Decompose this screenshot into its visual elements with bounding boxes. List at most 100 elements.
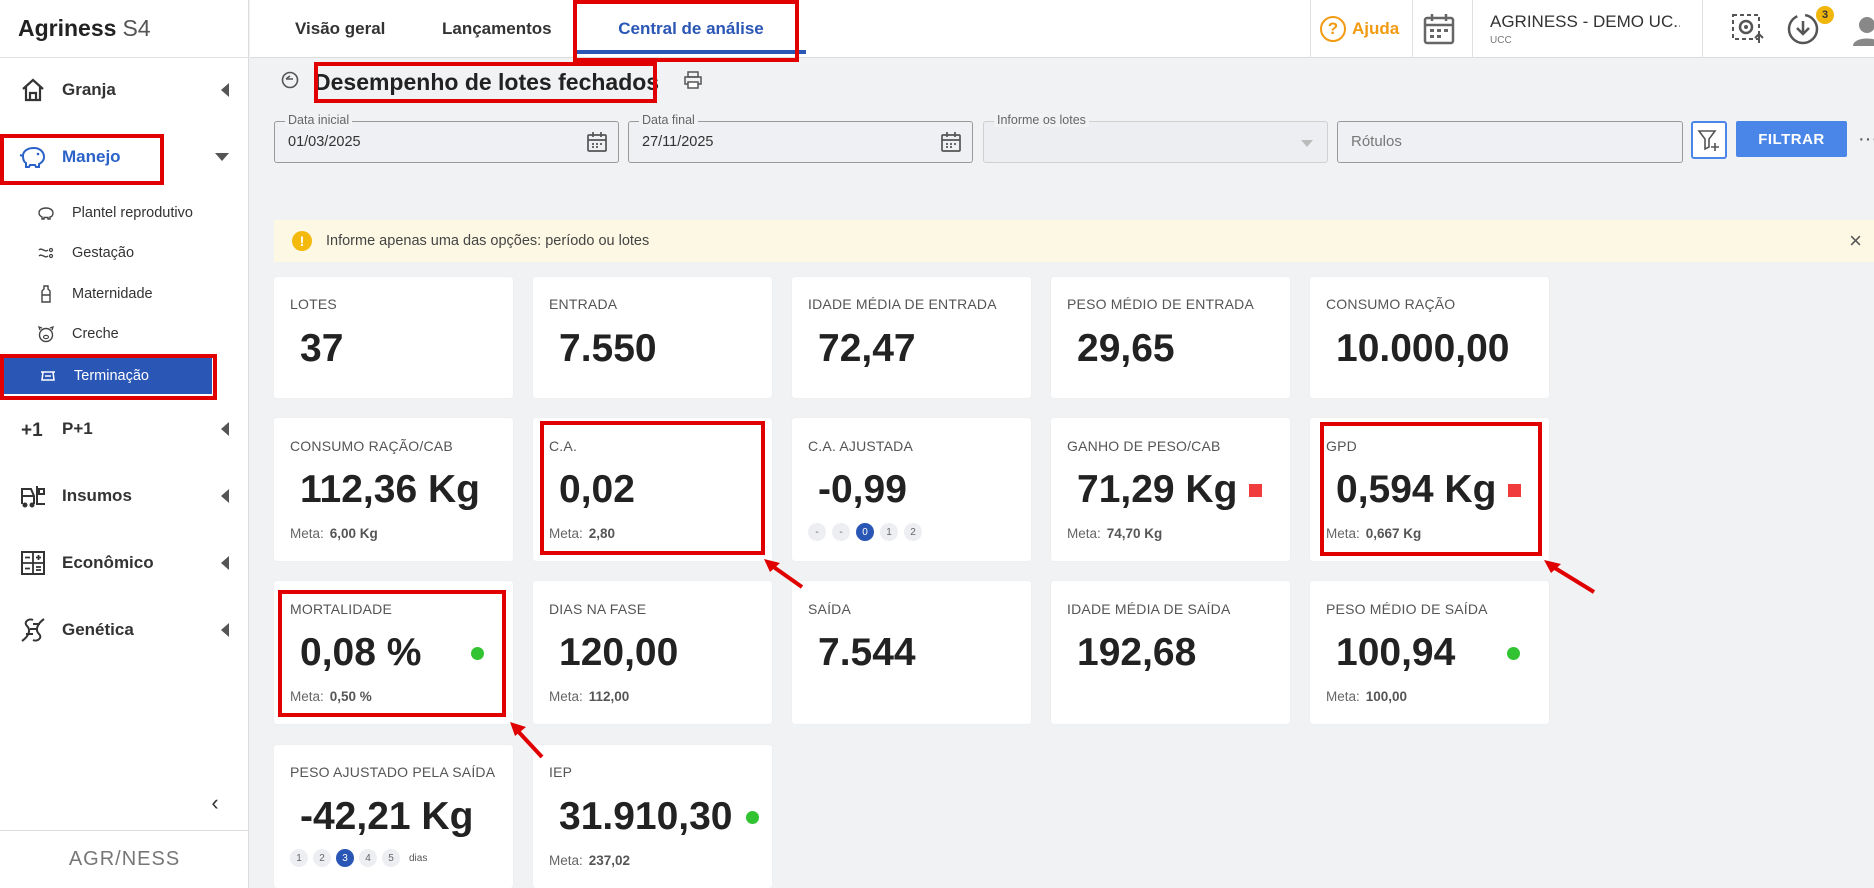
tab-visao-geral[interactable]: Visão geral [295,0,385,58]
tab-lancamentos[interactable]: Lançamentos [442,0,552,58]
field-label: Informe os lotes [994,113,1089,127]
notification-badge: 3 [1816,6,1834,24]
field-placeholder: Rótulos [1351,133,1402,150]
adjustment-selector: - - 0 1 2 [808,523,922,541]
sidebar-subitem-creche[interactable]: Creche [0,316,249,352]
company-selector[interactable]: AGRINESS - DEMO UC... UCC [1490,12,1680,46]
start-date-field[interactable]: Data inicial 01/03/2025 [274,113,619,163]
print-icon[interactable] [683,70,703,95]
sidebar-subitem-plantel[interactable]: Plantel reprodutivo [0,195,249,231]
more-options-icon[interactable]: ··· [1858,128,1874,151]
field-label: Data final [639,113,698,127]
kpi-card-ca-ajustada[interactable]: C.A. AJUSTADA -0,99 - - 0 1 2 [792,418,1031,561]
sidebar-item-granja[interactable]: Granja [0,66,249,114]
filter-button[interactable]: FILTRAR [1736,121,1847,157]
sidebar-item-manejo[interactable]: Manejo [0,133,249,181]
sidebar-item-p1[interactable]: +1 P+1 [0,405,249,453]
kpi-value: 72,47 [818,327,916,370]
status-below-target-icon [1249,484,1262,497]
days-option[interactable]: 4 [359,849,377,867]
sidebar-item-label: Econômico [62,553,154,572]
kpi-title: CONSUMO RAÇÃO/CAB [290,438,453,454]
kpi-card-dias-fase[interactable]: DIAS NA FASE 120,00 Meta: 112,00 [533,581,772,724]
adjust-option-selected[interactable]: 0 [856,523,874,541]
dna-icon [18,615,48,645]
kpi-title: SAÍDA [808,601,852,617]
kpi-meta: Meta: 74,70 Kg [1067,526,1162,541]
sidebar-item-label: Manejo [62,147,121,166]
kpi-card-peso-saida[interactable]: PESO MÉDIO DE SAÍDA 100,94 Meta: 100,00 [1310,581,1549,724]
meta-label: Meta: [549,526,583,541]
download-icon[interactable] [1786,12,1820,51]
kpi-card-entrada[interactable]: ENTRADA 7.550 [533,277,772,398]
calendar-icon[interactable] [940,131,962,158]
divider [1310,0,1311,58]
kpi-meta: Meta: 237,02 [549,853,630,868]
days-option[interactable]: 1 [290,849,308,867]
sidebar-subitem-terminacao[interactable]: Terminação [2,358,212,394]
help-button[interactable]: ? Ajuda [1320,0,1412,58]
status-below-target-icon [1508,484,1521,497]
sidebar-item-label: Genética [62,620,134,639]
user-avatar-icon[interactable] [1845,12,1874,51]
sidebar-item-genetica[interactable]: Genética [0,606,249,654]
kpi-title: LOTES [290,296,337,312]
kpi-card-saida[interactable]: SAÍDA 7.544 [792,581,1031,724]
tags-input[interactable]: Rótulos [1337,121,1683,163]
back-history-icon[interactable] [280,70,300,95]
kpi-card-peso-entrada[interactable]: PESO MÉDIO DE ENTRADA 29,65 [1051,277,1290,398]
close-icon[interactable]: × [1849,228,1862,254]
kpi-card-peso-ajustado[interactable]: PESO AJUSTADO PELA SAÍDA -42,21 Kg 1 2 3… [274,745,513,888]
kpi-card-idade-entrada[interactable]: IDADE MÉDIA DE ENTRADA 72,47 [792,277,1031,398]
kpi-card-consumo-cab[interactable]: CONSUMO RAÇÃO/CAB 112,36 Kg Meta: 6,00 Kg [274,418,513,561]
kpi-card-iep[interactable]: IEP 31.910,30 Meta: 237,02 [533,745,772,888]
adjust-option[interactable]: - [832,523,850,541]
brand-logo[interactable]: Agriness S4 [0,0,248,58]
sow-icon [36,203,56,223]
webcam-upload-icon[interactable] [1730,10,1766,51]
kpi-card-mortalidade[interactable]: MORTALIDADE 0,08 % Meta: 0,50 % [274,581,513,724]
days-option[interactable]: 5 [382,849,400,867]
kpi-card-gpd[interactable]: GPD 0,594 Kg Meta: 0,667 Kg [1310,418,1549,561]
kpi-card-consumo-racao[interactable]: CONSUMO RAÇÃO 10.000,00 [1310,277,1549,398]
field-value: 27/11/2025 [642,134,714,150]
sidebar-item-economico[interactable]: Econômico [0,539,249,587]
meta-label: Meta: [290,526,324,541]
days-option[interactable]: 2 [313,849,331,867]
adjust-option[interactable]: 2 [904,523,922,541]
chevron-down-icon [1301,140,1313,147]
forklift-icon [18,481,48,511]
kpi-meta: Meta: 0,667 Kg [1326,526,1421,541]
kpi-card-ganho-peso[interactable]: GANHO DE PESO/CAB 71,29 Kg Meta: 74,70 Kg [1051,418,1290,561]
calendar-icon[interactable] [586,131,608,158]
annotation-arrow-icon [764,559,804,589]
kpi-title: DIAS NA FASE [549,601,647,617]
collapse-sidebar-button[interactable]: ‹ [205,790,225,816]
adjust-option[interactable]: 1 [880,523,898,541]
kpi-title: PESO MÉDIO DE ENTRADA [1067,296,1255,312]
sidebar-subitem-maternidade[interactable]: Maternidade [0,276,249,312]
sidebar: Agriness S4 Granja Manejo Plantel reprod… [0,0,249,888]
svg-text:+1: +1 [21,420,43,440]
sidebar-subitem-gestacao[interactable]: Gestação [0,235,249,271]
add-filter-button[interactable] [1691,121,1727,159]
adjust-option[interactable]: - [808,523,826,541]
kpi-card-ca[interactable]: C.A. 0,02 Meta: 2,80 [533,418,772,561]
company-name: AGRINESS - DEMO UC... [1490,12,1680,31]
tab-central-de-analise[interactable]: Central de análise [576,0,806,58]
meta-value: 100,00 [1365,689,1408,704]
kpi-title: IDADE MÉDIA DE SAÍDA [1067,601,1231,617]
field-value: 01/03/2025 [288,134,361,150]
kpi-value: 71,29 Kg [1077,468,1238,511]
kpi-card-lotes[interactable]: LOTES 37 [274,277,513,398]
calendar-icon[interactable] [1422,12,1456,51]
lots-select[interactable]: Informe os lotes [983,113,1328,163]
kpi-card-idade-saida[interactable]: IDADE MÉDIA DE SAÍDA 192,68 [1051,581,1290,724]
days-option-selected[interactable]: 3 [336,849,354,867]
end-date-field[interactable]: Data final 27/11/2025 [628,113,973,163]
sidebar-item-insumos[interactable]: Insumos [0,472,249,520]
scale-icon [38,366,58,386]
meta-label: Meta: [1326,526,1360,541]
meta-value: 2,80 [588,526,616,541]
kpi-value: 112,36 Kg [300,468,480,511]
